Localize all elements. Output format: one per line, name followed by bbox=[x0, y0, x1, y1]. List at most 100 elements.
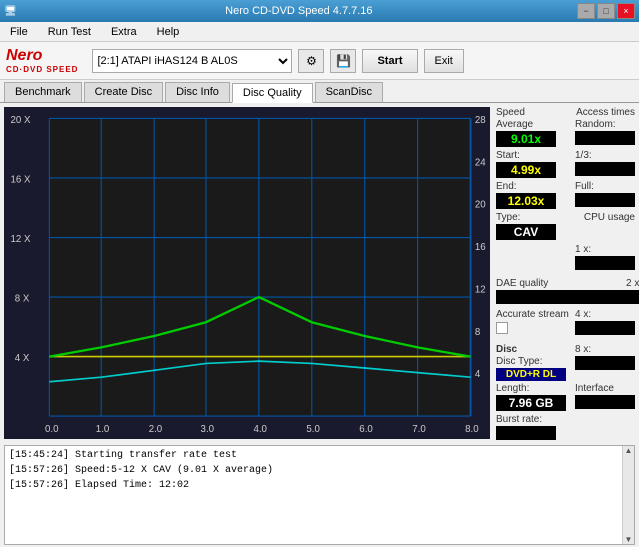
log-scrollbar[interactable]: ▲ ▼ bbox=[622, 446, 634, 544]
save-button[interactable]: 💾 bbox=[330, 49, 356, 73]
log-line-1: [15:45:24] Starting transfer rate test bbox=[9, 448, 618, 463]
svg-text:20: 20 bbox=[475, 200, 486, 211]
access-times-label: Access times bbox=[576, 107, 635, 118]
average-label: Average bbox=[496, 119, 556, 130]
title-bar-icon: 🖥 bbox=[4, 6, 17, 17]
logo-nero: Nero bbox=[6, 47, 78, 65]
options-button[interactable]: ⚙ bbox=[298, 49, 324, 73]
cpu-1x-label: 1 x: bbox=[575, 244, 635, 255]
svg-text:3.0: 3.0 bbox=[201, 424, 215, 435]
interface-value bbox=[575, 395, 635, 409]
exit-button[interactable]: Exit bbox=[424, 49, 464, 73]
svg-text:28: 28 bbox=[475, 115, 486, 126]
accurate-stream-label: Accurate stream bbox=[496, 309, 569, 320]
dae-value bbox=[496, 290, 626, 304]
svg-text:4.0: 4.0 bbox=[253, 424, 267, 435]
cpu-4x-label: 4 x: bbox=[575, 309, 635, 320]
svg-text:4 X: 4 X bbox=[15, 353, 30, 364]
menu-run-test[interactable]: Run Test bbox=[42, 24, 97, 40]
average-value: 9.01x bbox=[496, 131, 556, 147]
svg-text:7.0: 7.0 bbox=[412, 424, 426, 435]
logo-sub: CD·DVD SPEED bbox=[6, 65, 78, 74]
cpu-8x-label: 8 x: bbox=[575, 344, 635, 355]
cpu-2x-value bbox=[626, 290, 639, 304]
cpu-2x-label: 2 x: bbox=[626, 278, 639, 289]
svg-text:1.0: 1.0 bbox=[96, 424, 110, 435]
svg-text:0.0: 0.0 bbox=[45, 424, 59, 435]
disc-type-label: Disc Type: bbox=[496, 356, 566, 367]
menu-file[interactable]: File bbox=[4, 24, 34, 40]
menu-help[interactable]: Help bbox=[151, 24, 186, 40]
disc-section: Disc Disc Type: DVD+R DL 8 x: Length: 7.… bbox=[496, 344, 635, 443]
tab-scan-disc[interactable]: ScanDisc bbox=[315, 82, 383, 102]
svg-text:16 X: 16 X bbox=[10, 174, 30, 185]
one-third-value bbox=[575, 162, 635, 176]
tab-disc-info[interactable]: Disc Info bbox=[165, 82, 230, 102]
length-label: Length: bbox=[496, 383, 566, 394]
svg-text:8: 8 bbox=[475, 327, 481, 338]
title-bar-title: Nero CD-DVD Speed 4.7.7.16 bbox=[225, 5, 372, 17]
minimize-button[interactable]: − bbox=[577, 3, 595, 19]
cpu-1x-value bbox=[575, 256, 635, 270]
full-value bbox=[575, 193, 635, 207]
drive-select[interactable]: [2:1] ATAPI iHAS124 B AL0S bbox=[92, 49, 292, 73]
start-button[interactable]: Start bbox=[362, 49, 417, 73]
scroll-down-icon[interactable]: ▼ bbox=[625, 535, 633, 544]
length-value: 7.96 GB bbox=[496, 395, 566, 411]
app-logo: Nero CD·DVD SPEED bbox=[6, 47, 78, 74]
start-label: Start: bbox=[496, 150, 556, 161]
interface-label: Interface bbox=[575, 383, 635, 394]
svg-text:8 X: 8 X bbox=[15, 293, 30, 304]
svg-text:6.0: 6.0 bbox=[359, 424, 373, 435]
maximize-button[interactable]: □ bbox=[597, 3, 615, 19]
title-bar: 🖥 Nero CD-DVD Speed 4.7.7.16 − □ × bbox=[0, 0, 639, 22]
chart-svg: 20 X 16 X 12 X 8 X 4 X 28 24 20 16 12 8 … bbox=[4, 107, 490, 439]
log-content: [15:45:24] Starting transfer rate test [… bbox=[5, 446, 622, 544]
accurate-stream-row bbox=[496, 322, 569, 334]
menu-extra[interactable]: Extra bbox=[105, 24, 143, 40]
svg-text:12 X: 12 X bbox=[10, 234, 30, 245]
tab-create-disc[interactable]: Create Disc bbox=[84, 82, 163, 102]
right-panel: Speed Access times Average 9.01x Random: bbox=[494, 103, 639, 443]
tab-disc-quality[interactable]: Disc Quality bbox=[232, 83, 313, 103]
svg-text:8.0: 8.0 bbox=[465, 424, 479, 435]
dae-section: DAE quality 2 x: Accurate stream bbox=[496, 278, 635, 338]
log-body: [15:45:24] Starting transfer rate test [… bbox=[5, 446, 634, 544]
tab-benchmark[interactable]: Benchmark bbox=[4, 82, 82, 102]
svg-text:5.0: 5.0 bbox=[306, 424, 320, 435]
main-area: 20 X 16 X 12 X 8 X 4 X 28 24 20 16 12 8 … bbox=[0, 103, 639, 547]
log-line-2: [15:57:26] Speed:5-12 X CAV (9.01 X aver… bbox=[9, 463, 618, 478]
type-label: Type: bbox=[496, 212, 556, 223]
svg-text:16: 16 bbox=[475, 242, 486, 253]
svg-text:4: 4 bbox=[475, 369, 481, 380]
accurate-stream-checkbox[interactable] bbox=[496, 322, 508, 334]
log-line-3: [15:57:26] Elapsed Time: 12:02 bbox=[9, 478, 618, 493]
start-value: 4.99x bbox=[496, 162, 556, 178]
svg-text:20 X: 20 X bbox=[10, 115, 30, 126]
end-label: End: bbox=[496, 181, 556, 192]
menu-bar: File Run Test Extra Help bbox=[0, 22, 639, 42]
disc-type-value: DVD+R DL bbox=[496, 368, 566, 381]
scroll-up-icon[interactable]: ▲ bbox=[625, 446, 633, 455]
burst-rate-label: Burst rate: bbox=[496, 414, 635, 425]
chart-and-right: 20 X 16 X 12 X 8 X 4 X 28 24 20 16 12 8 … bbox=[0, 103, 639, 443]
cpu-label: CPU usage bbox=[584, 212, 635, 223]
chart-container: 20 X 16 X 12 X 8 X 4 X 28 24 20 16 12 8 … bbox=[4, 107, 490, 439]
tabs: Benchmark Create Disc Disc Info Disc Qua… bbox=[0, 80, 639, 103]
one-third-label: 1/3: bbox=[575, 150, 635, 161]
cpu-8x-value bbox=[575, 356, 635, 370]
svg-text:24: 24 bbox=[475, 157, 486, 168]
end-value: 12.03x bbox=[496, 193, 556, 209]
close-button[interactable]: × bbox=[617, 3, 635, 19]
log-area: [15:45:24] Starting transfer rate test [… bbox=[4, 445, 635, 545]
svg-text:12: 12 bbox=[475, 284, 486, 295]
title-bar-controls: − □ × bbox=[577, 3, 635, 19]
speed-label: Speed bbox=[496, 107, 525, 118]
burst-rate-value bbox=[496, 426, 556, 440]
svg-text:2.0: 2.0 bbox=[149, 424, 163, 435]
disc-type-section-label: Disc bbox=[496, 344, 566, 355]
speed-section: Speed Access times Average 9.01x Random: bbox=[496, 107, 635, 274]
toolbar: Nero CD·DVD SPEED [2:1] ATAPI iHAS124 B … bbox=[0, 42, 639, 80]
random-value bbox=[575, 131, 635, 145]
full-label: Full: bbox=[575, 181, 635, 192]
